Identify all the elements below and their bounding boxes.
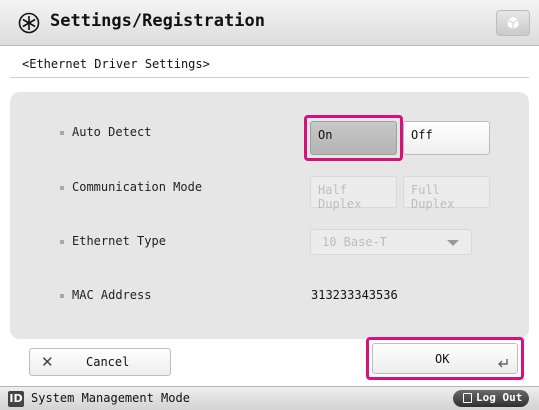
system-mode-text: System Management Mode	[31, 391, 190, 405]
divider	[10, 77, 529, 78]
cancel-button[interactable]: ✕ Cancel	[29, 348, 171, 376]
logout-icon	[463, 393, 472, 403]
bullet-icon	[60, 239, 64, 244]
full-duplex-button[interactable]: Full Duplex	[403, 176, 490, 211]
page-title: Settings/Registration	[50, 11, 265, 31]
chevron-down-icon	[447, 240, 459, 246]
mac-address-label: MAC Address	[60, 288, 151, 302]
auto-detect-label: Auto Detect	[60, 125, 151, 139]
title-menu-button[interactable]	[496, 10, 530, 36]
ethernet-type-label: Ethernet Type	[60, 234, 166, 248]
ok-button-highlight	[366, 337, 524, 380]
log-out-button[interactable]: Log Out	[453, 390, 529, 407]
cube-icon	[507, 16, 519, 30]
section-title: <Ethernet Driver Settings>	[22, 57, 210, 71]
auto-detect-off-button[interactable]: Off	[403, 121, 490, 155]
half-duplex-button[interactable]: Half Duplex	[310, 176, 397, 211]
bullet-icon	[60, 185, 64, 190]
mac-address-value: 313233343536	[311, 288, 398, 302]
status-bar: ID System Management Mode Log Out	[0, 386, 539, 410]
bullet-icon	[60, 293, 64, 298]
close-icon: ✕	[41, 353, 54, 371]
communication-mode-label: Communication Mode	[60, 180, 202, 194]
ethernet-type-dropdown[interactable]: 10 Base-T	[310, 229, 472, 255]
system-mode-icon: ID	[8, 391, 24, 407]
bullet-icon	[60, 130, 64, 135]
settings-icon	[18, 12, 40, 34]
on-button-highlight	[304, 115, 403, 161]
title-bar: Settings/Registration	[0, 0, 539, 46]
